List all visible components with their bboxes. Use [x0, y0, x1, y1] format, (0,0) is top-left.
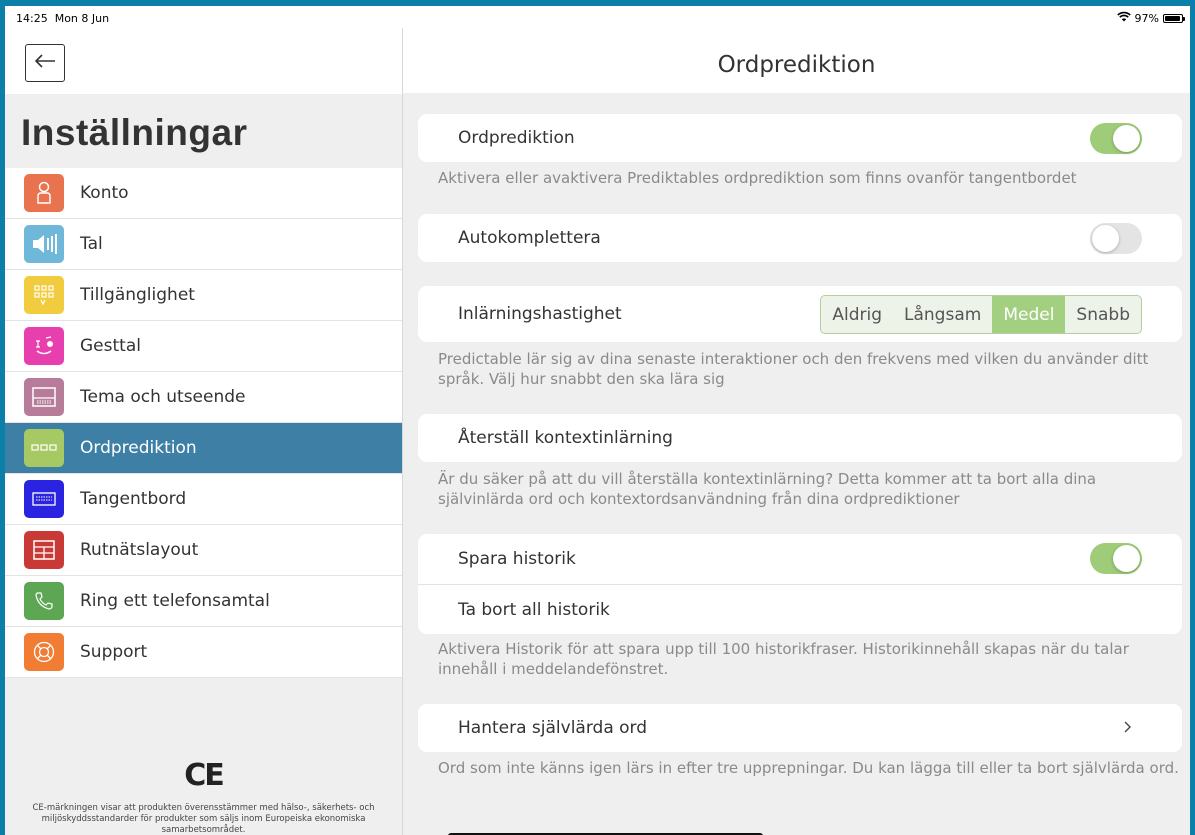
- sidebar-header: [5, 28, 402, 94]
- sidebar-item-tema[interactable]: Tema och utseende: [5, 372, 402, 423]
- sidebar-item-label: Tal: [80, 234, 103, 254]
- toggle-knob: [1113, 545, 1140, 572]
- settings-menu: Konto Tal Tillgänglighet Gesttal Tema oc…: [5, 168, 402, 678]
- word-prediction-description: Aktivera eller avaktivera Prediktables o…: [438, 169, 1077, 187]
- ce-statement: CE-märkningen visar att produkten överen…: [32, 803, 375, 835]
- back-button[interactable]: [25, 44, 65, 82]
- status-bar: 14:25 Mon 8 Jun 97%: [5, 6, 1190, 28]
- sidebar-item-label: Ring ett telefonsamtal: [80, 591, 270, 611]
- sidebar-item-ordprediktion[interactable]: Ordprediktion: [5, 423, 402, 474]
- reset-context-label: Återställ kontextinlärning: [458, 428, 673, 448]
- segment-medel[interactable]: Medel: [992, 296, 1066, 333]
- sidebar-item-tal[interactable]: Tal: [5, 219, 402, 270]
- chevron-right-icon: [1123, 718, 1132, 739]
- word-prediction-label: Ordprediktion: [458, 128, 575, 148]
- autocomplete-row: Autokomplettera: [418, 214, 1182, 262]
- learning-speed-row: Inlärningshastighet Aldrig Långsam Medel…: [418, 286, 1182, 342]
- learning-speed-description: Predictable lär sig av dina senaste inte…: [438, 350, 1149, 388]
- back-arrow-icon: [33, 53, 57, 73]
- sidebar-item-gesttal[interactable]: Gesttal: [5, 321, 402, 372]
- learning-speed-segmented-control: Aldrig Långsam Medel Snabb: [820, 295, 1142, 334]
- learning-speed-card: Inlärningshastighet Aldrig Långsam Medel…: [418, 286, 1182, 342]
- wifi-icon: [1116, 11, 1131, 25]
- sidebar-title: Inställningar: [21, 112, 248, 153]
- sidebar-item-label: Rutnätslayout: [80, 540, 199, 560]
- autocomplete-card: Autokomplettera: [418, 214, 1182, 262]
- sidebar-item-rutnatslayout[interactable]: Rutnätslayout: [5, 525, 402, 576]
- sidebar-item-label: Support: [80, 642, 148, 662]
- grid-icon: [24, 276, 64, 314]
- delete-history-button[interactable]: Ta bort all historik: [418, 584, 1182, 634]
- history-card: Spara historik Ta bort all historik: [418, 534, 1182, 634]
- status-time-date: 14:25 Mon 8 Jun: [16, 12, 109, 25]
- toggle-knob: [1113, 125, 1140, 152]
- save-history-label: Spara historik: [458, 549, 576, 569]
- reset-context-description: Är du säker på att du vill återställa ko…: [438, 470, 1097, 508]
- sidebar-item-tangentbord[interactable]: Tangentbord: [5, 474, 402, 525]
- sidebar-item-label: Tema och utseende: [80, 387, 246, 407]
- ipad-screen: 14:25 Mon 8 Jun 97% Inställningar Konto …: [5, 6, 1190, 835]
- history-description: Aktivera Historik för att spara upp till…: [438, 640, 1129, 678]
- battery-percent: 97%: [1134, 11, 1159, 25]
- word-prediction-icon: [24, 429, 64, 467]
- keyboard-icon: [24, 480, 64, 518]
- segment-langsam[interactable]: Långsam: [893, 296, 992, 333]
- ce-mark-logo: CE: [184, 758, 225, 793]
- settings-sidebar: Inställningar Konto Tal Tillgänglighet G…: [5, 28, 402, 835]
- detail-body: Ordprediktion Aktivera eller avaktivera …: [403, 93, 1190, 835]
- reset-context-button[interactable]: Återställ kontextinlärning: [418, 414, 1182, 462]
- detail-header: Ordprediktion: [403, 28, 1190, 93]
- sidebar-item-label: Tillgänglighet: [80, 285, 195, 305]
- learning-speed-label: Inlärningshastighet: [458, 304, 622, 324]
- word-prediction-card: Ordprediktion: [418, 114, 1182, 162]
- sidebar-item-support[interactable]: Support: [5, 627, 402, 678]
- delete-history-label: Ta bort all historik: [458, 599, 610, 620]
- save-history-toggle[interactable]: [1090, 543, 1142, 574]
- learned-words-label: Hantera självlärda ord: [458, 718, 648, 738]
- word-prediction-row: Ordprediktion: [418, 114, 1182, 162]
- learned-words-description: Ord som inte känns igen lärs in efter tr…: [438, 759, 1179, 777]
- status-right: 97%: [1116, 11, 1185, 25]
- sidebar-item-tillganglighet[interactable]: Tillgänglighet: [5, 270, 402, 321]
- sidebar-item-konto[interactable]: Konto: [5, 168, 402, 219]
- autocomplete-toggle[interactable]: [1090, 223, 1142, 254]
- learned-words-card: Hantera självlärda ord: [418, 704, 1182, 752]
- sidebar-item-ring-telefonsamtal[interactable]: Ring ett telefonsamtal: [5, 576, 402, 627]
- segment-snabb[interactable]: Snabb: [1065, 296, 1141, 333]
- status-time: 14:25: [16, 12, 48, 25]
- sidebar-item-label: Konto: [80, 183, 129, 203]
- sidebar-item-label: Tangentbord: [80, 489, 187, 509]
- sidebar-item-label: Gesttal: [80, 336, 141, 356]
- word-prediction-toggle[interactable]: [1090, 123, 1142, 154]
- autocomplete-label: Autokomplettera: [458, 228, 601, 248]
- reset-context-card: Återställ kontextinlärning: [418, 414, 1182, 462]
- toggle-knob: [1092, 225, 1119, 252]
- page-title: Ordprediktion: [717, 52, 876, 78]
- battery-icon: [1163, 13, 1185, 23]
- manage-learned-words-button[interactable]: Hantera självlärda ord: [418, 704, 1182, 752]
- person-icon: [24, 174, 64, 212]
- phone-icon: [24, 582, 64, 620]
- lifebuoy-icon: [24, 633, 64, 671]
- speaker-icon: [24, 225, 64, 263]
- sidebar-item-label: Ordprediktion: [80, 438, 197, 458]
- grid-layout-icon: [24, 531, 64, 569]
- segment-aldrig[interactable]: Aldrig: [821, 296, 893, 333]
- theme-icon: [24, 378, 64, 416]
- save-history-row: Spara historik: [418, 534, 1182, 584]
- status-date: Mon 8 Jun: [54, 12, 110, 25]
- gesture-face-icon: [24, 327, 64, 365]
